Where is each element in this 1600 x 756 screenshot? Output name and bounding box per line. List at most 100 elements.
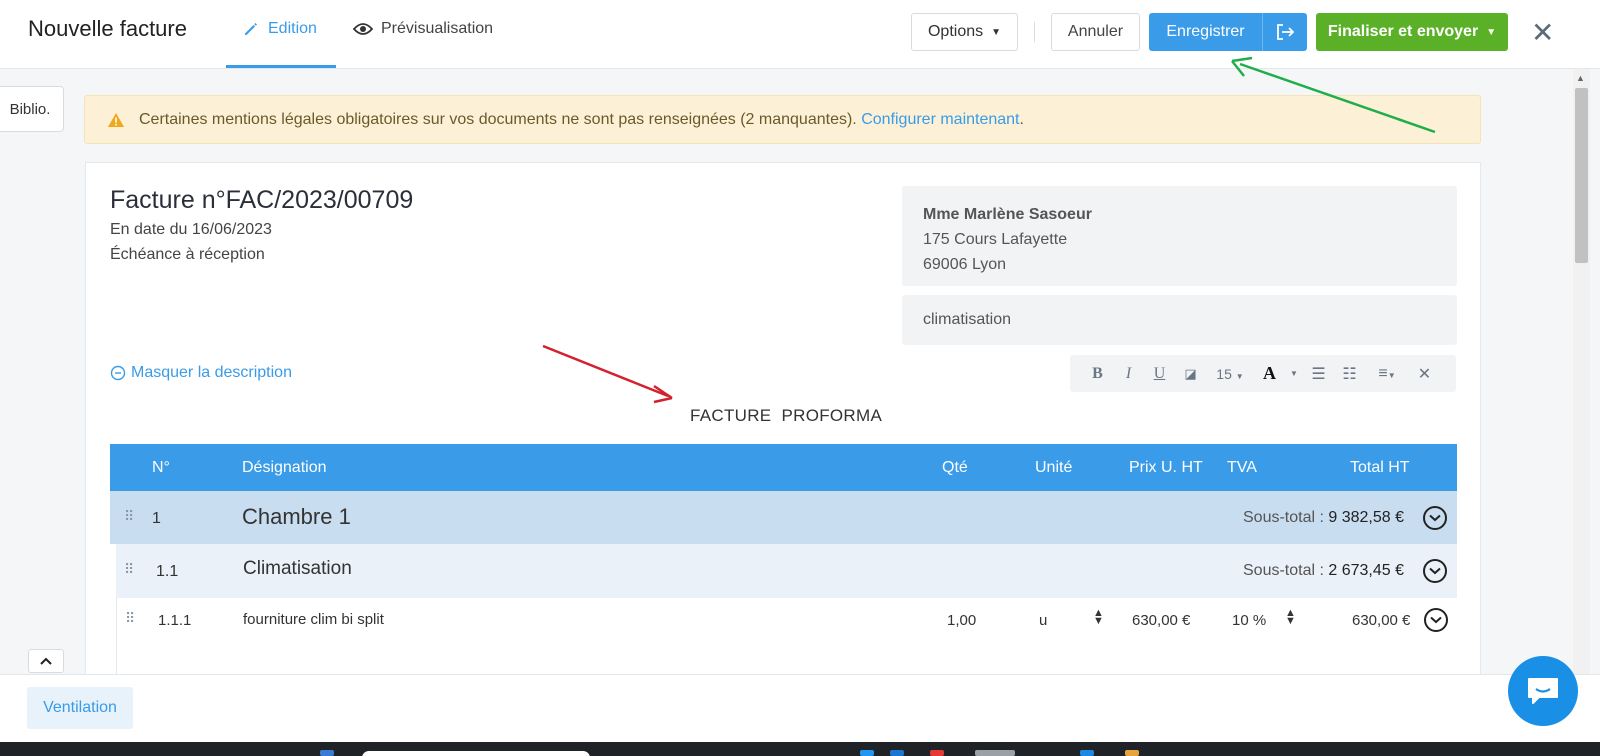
warning-text: Certaines mentions légales obligatoires … [139, 110, 857, 128]
row-designation[interactable]: Chambre 1 [242, 504, 351, 530]
hide-description-link[interactable]: Masquer la description [110, 364, 292, 382]
caret-down-icon: ▼ [1235, 371, 1244, 381]
taskbar-app-icon[interactable] [320, 750, 334, 756]
taskbar-app-icon[interactable] [1125, 750, 1139, 756]
row-vat[interactable]: 10 % [1232, 612, 1266, 629]
col-num: N° [152, 459, 170, 476]
row-subtotal: Sous-total : 9 382,58 € [1243, 509, 1404, 527]
os-taskbar [0, 742, 1600, 756]
client-address-box[interactable]: Mme Marlène Sasoeur 175 Cours Lafayette … [902, 186, 1457, 286]
italic-icon[interactable]: I [1113, 365, 1144, 383]
chevron-down-icon[interactable] [1423, 506, 1447, 530]
chat-button[interactable] [1508, 656, 1578, 726]
eye-icon [353, 23, 373, 35]
options-label: Options [927, 23, 984, 40]
taskbar-app-icon[interactable] [890, 750, 904, 756]
hide-description-label: Masquer la description [131, 364, 292, 381]
row-num: 1.1.1 [158, 612, 192, 629]
warning-suffix: . [1019, 110, 1024, 128]
drag-handle-icon[interactable]: ⠿ [124, 561, 134, 578]
page-title: Nouvelle facture [28, 16, 187, 41]
bullet-list-icon[interactable]: ☰ [1303, 364, 1334, 384]
client-name: Mme Marlène Sasoeur [923, 206, 1092, 223]
caret-down-icon[interactable]: ▼ [1285, 369, 1303, 378]
exit-icon [1277, 24, 1295, 40]
col-vat: TVA [1227, 459, 1257, 476]
row-price[interactable]: 630,00 € [1132, 612, 1190, 629]
warning-message: Certaines mentions légales obligatoires … [139, 111, 1024, 129]
cancel-button[interactable]: Annuler [1051, 13, 1140, 51]
ventilation-button[interactable]: Ventilation [27, 687, 133, 729]
table-row-section[interactable]: ⠿ 1 Chambre 1 Sous-total : 9 382,58 € [110, 491, 1457, 544]
save-button[interactable]: Enregistrer [1149, 13, 1262, 51]
table-row-subsection[interactable]: ⠿ 1.1 Climatisation Sous-total : 2 673,4… [116, 544, 1457, 598]
vat-sort-icon[interactable]: ▲ ▼ [1285, 608, 1296, 627]
col-total: Total HT [1350, 459, 1410, 476]
invoice-date: En date du 16/06/2023 [110, 221, 272, 238]
unit-sort-icon[interactable]: ▲ ▼ [1093, 608, 1104, 627]
eraser-icon[interactable]: ◪ [1175, 366, 1206, 382]
chevron-down-icon[interactable] [1424, 608, 1448, 632]
rich-text-toolbar: B I U ◪ 15 ▼ A ▼ ☰ ☷ ≡▼ ✕ [1070, 355, 1456, 392]
text-color-icon[interactable]: A [1254, 363, 1285, 384]
taskbar-app-icon[interactable] [930, 750, 944, 756]
description-text[interactable]: FACTURE PROFORMA [690, 406, 882, 426]
client-street: 175 Cours Lafayette [923, 231, 1068, 248]
remove-format-icon[interactable]: ✕ [1409, 364, 1440, 384]
col-unit: Unité [1035, 459, 1073, 476]
configure-now-link[interactable]: Configurer maintenant [861, 111, 1019, 128]
pencil-icon [245, 23, 257, 35]
tab-preview-label: Prévisualisation [381, 20, 494, 37]
underline-icon[interactable]: U [1144, 365, 1175, 383]
minus-circle-icon [110, 365, 126, 381]
invoice-object-field[interactable]: climatisation [902, 295, 1457, 345]
font-size-select[interactable]: 15 ▼ [1206, 366, 1254, 382]
row-designation[interactable]: fourniture clim bi split [243, 611, 384, 628]
tab-preview[interactable]: Prévisualisation [353, 20, 493, 38]
active-tab-indicator [226, 65, 336, 68]
scroll-up-arrow-icon[interactable]: ▲ [1576, 73, 1585, 83]
subtotal-value: 2 673,45 € [1328, 562, 1405, 579]
tab-edition[interactable]: Edition [242, 20, 317, 38]
client-city: 69006 Lyon [923, 256, 1007, 273]
taskbar-search[interactable] [362, 751, 590, 756]
caret-down-icon: ▼ [1486, 26, 1497, 38]
align-icon[interactable]: ≡▼ [1365, 365, 1409, 383]
library-button[interactable]: Biblio. [0, 86, 64, 132]
row-designation[interactable]: Climatisation [243, 558, 352, 580]
taskbar-app-icon[interactable] [975, 750, 1015, 756]
warning-icon [108, 112, 124, 127]
row-qty[interactable]: 1,00 [947, 612, 976, 629]
finalize-label: Finaliser et envoyer [1327, 23, 1479, 40]
invoice-due: Échéance à réception [110, 246, 265, 263]
font-size-value: 15 [1216, 365, 1232, 382]
save-and-exit-button[interactable] [1262, 13, 1307, 51]
row-unit[interactable]: u [1039, 612, 1047, 629]
items-table-header: N° Désignation Qté Unité Prix U. HT TVA … [110, 444, 1457, 491]
subtotal-label: Sous-total : [1243, 509, 1324, 526]
subtotal-label: Sous-total : [1243, 562, 1324, 579]
drag-handle-icon[interactable]: ⠿ [124, 508, 134, 525]
taskbar-app-icon[interactable] [860, 750, 874, 756]
finalize-send-button[interactable]: Finaliser et envoyer ▼ [1316, 13, 1508, 51]
options-button[interactable]: Options ▼ [911, 13, 1018, 51]
close-icon[interactable]: ✕ [1531, 16, 1554, 49]
taskbar-app-icon[interactable] [1080, 750, 1094, 756]
col-designation: Désignation [242, 459, 327, 476]
chevron-up-icon [40, 657, 52, 665]
invoice-title: Facture n°FAC/2023/00709 [110, 186, 414, 214]
scrollbar-thumb[interactable] [1575, 88, 1588, 263]
row-subtotal: Sous-total : 2 673,45 € [1243, 562, 1404, 580]
bold-icon[interactable]: B [1082, 365, 1113, 383]
numbered-list-icon[interactable]: ☷ [1334, 364, 1365, 384]
col-price: Prix U. HT [1129, 459, 1203, 476]
header-separator [1034, 22, 1035, 42]
row-num: 1.1 [156, 563, 179, 580]
col-qty: Qté [942, 459, 968, 476]
chevron-down-icon[interactable] [1423, 559, 1447, 583]
drag-handle-icon[interactable]: ⠿ [125, 610, 135, 627]
legal-warning-banner: Certaines mentions légales obligatoires … [84, 95, 1481, 144]
collapse-button[interactable] [28, 649, 64, 673]
table-row-item[interactable]: ⠿ 1.1.1 fourniture clim bi split 1,00 u … [116, 598, 1457, 674]
row-total: 630,00 € [1352, 612, 1411, 629]
